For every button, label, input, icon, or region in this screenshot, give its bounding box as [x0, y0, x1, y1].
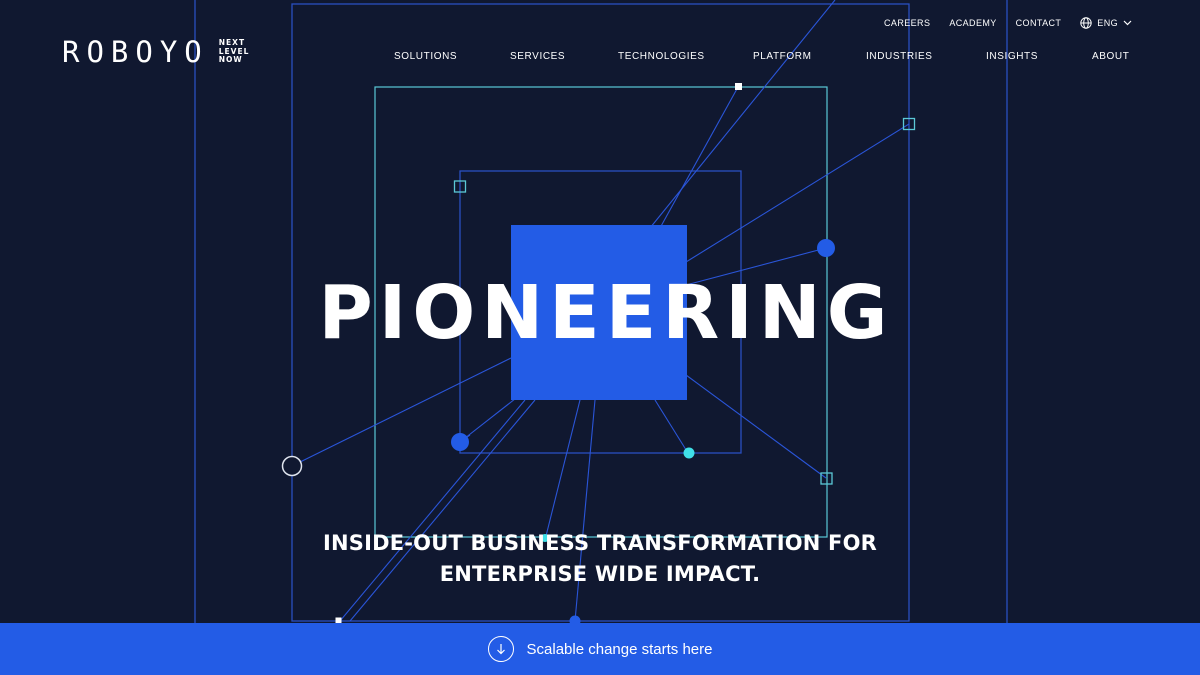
chevron-down-icon	[1123, 20, 1132, 26]
academy-link[interactable]: ACADEMY	[949, 18, 996, 28]
nav-item-industries[interactable]: INDUSTRIES	[866, 51, 933, 62]
arrow-down-circle-icon	[487, 636, 514, 662]
cta-label: Scalable change starts here	[526, 640, 713, 658]
nav-item-services[interactable]: SERVICES	[510, 51, 565, 62]
nav-item-insights[interactable]: INSIGHTS	[986, 51, 1038, 62]
main-nav: SOLUTIONS SERVICES TECHNOLOGIES PLATFORM…	[0, 51, 1200, 65]
hero-subtitle-line: INSIDE-OUT BUSINESS TRANSFORMATION FOR	[322, 531, 878, 555]
language-selector[interactable]: ENG	[1080, 17, 1132, 29]
hero-subtitle-line: ENTERPRISE WIDE IMPACT.	[439, 562, 761, 586]
scroll-cta-bar[interactable]: Scalable change starts here	[0, 623, 1200, 675]
node-square	[735, 83, 742, 90]
utility-nav: CAREERS ACADEMY CONTACT ENG	[884, 17, 1132, 29]
node-dot	[451, 433, 469, 451]
nav-item-solutions[interactable]: SOLUTIONS	[394, 51, 457, 62]
node-ring	[281, 455, 303, 477]
language-label: ENG	[1097, 18, 1118, 28]
node-dot	[683, 447, 695, 459]
contact-link[interactable]: CONTACT	[1016, 18, 1062, 28]
nav-item-about[interactable]: ABOUT	[1092, 51, 1129, 62]
hero-headline: PIONEERING	[318, 270, 894, 356]
hero-subtitle: INSIDE-OUT BUSINESS TRANSFORMATION FOR E…	[0, 528, 1200, 590]
nav-item-platform[interactable]: PLATFORM	[753, 51, 812, 62]
node-dot	[817, 239, 835, 257]
nav-item-technologies[interactable]: TECHNOLOGIES	[618, 51, 705, 62]
globe-icon	[1080, 17, 1092, 29]
careers-link[interactable]: CAREERS	[884, 18, 930, 28]
